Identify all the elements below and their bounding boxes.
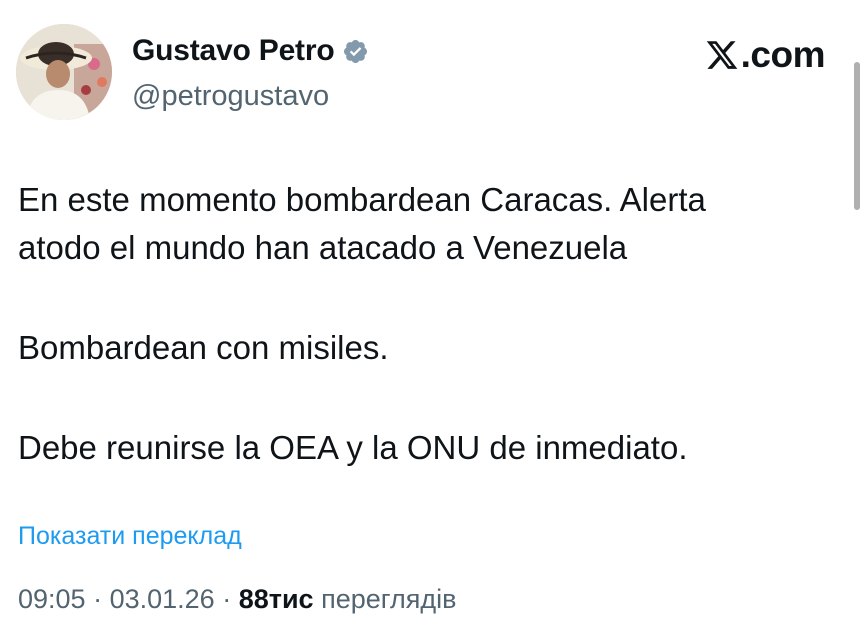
brand-watermark: .com [704,34,826,76]
avatar[interactable] [16,24,112,120]
verified-badge-icon [344,39,368,63]
meta-separator: · [214,584,239,614]
views-count: 88тис [238,584,314,614]
meta-separator: · [85,584,110,614]
tweet-paragraph: En este momento bombardean Caracas. Aler… [18,181,706,266]
tweet-date[interactable]: 03.01.26 [110,584,215,614]
views-label: переглядів [321,584,457,614]
x-logo-icon [706,41,737,69]
author-display-name[interactable]: Gustavo Petro [132,34,335,68]
tweet-text: En este momento bombardean Caracas. Aler… [18,176,818,472]
tweet-time[interactable]: 09:05 [18,584,86,614]
avatar-photo [16,24,112,120]
scrollbar-thumb[interactable] [854,62,860,210]
brand-domain: .com [740,34,826,75]
tweet-paragraph: Bombardean con misiles. [18,329,389,366]
tweet-paragraph: Debe reunirse la OEA y la ONU de inmedia… [18,429,688,466]
author-handle[interactable]: @petrogustavo [132,80,329,113]
tweet-meta: 09:05 · 03.01.26 · 88тис переглядів [18,584,456,615]
show-translation-link[interactable]: Показати переклад [18,522,242,551]
tweet-card: Gustavo Petro @petrogustavo .com En este… [0,0,865,619]
author-name-row: Gustavo Petro [132,34,369,68]
